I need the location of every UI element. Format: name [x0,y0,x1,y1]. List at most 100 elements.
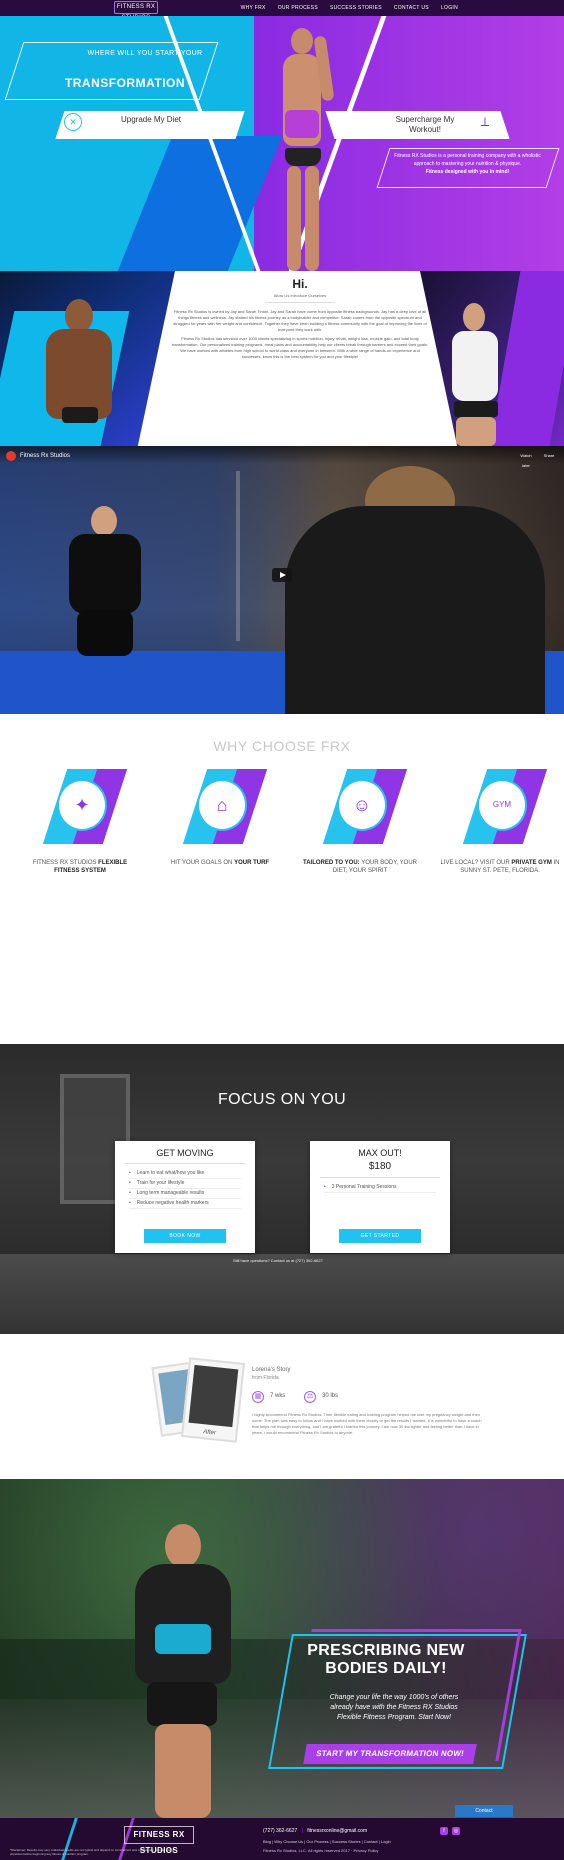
why-item-text: LIVE LOCAL? VISIT OUR PRIVATE GYM IN SUN… [440,860,560,874]
why-item-your-turf: ⌂ HIT YOUR GOALS ON YOUR TURF [160,769,280,919]
about-text-block: Hi. Allow Us Introduce Ourselves Fitness… [170,271,430,446]
model-leg [287,166,301,271]
after-label: After [202,1429,217,1437]
footer-copyright: Fitness Rx Studios, LLC. All rights rese… [263,1848,379,1853]
footer-contact: (727) 362-6627 | fitnessrxonline@gmail.c… [263,1827,463,1835]
runner-image [95,1524,265,1818]
about-title: Hi. [292,277,308,291]
facebook-icon[interactable]: f [440,1827,448,1835]
contact-separator: | [301,1828,303,1834]
runner-shorts [147,1682,217,1726]
story-stats: ▦ 7 wks ⚖ 30 lbs [252,1391,452,1405]
card-title: GET MOVING [156,1148,214,1158]
nav-link-our-process[interactable]: OUR PROCESS [278,5,318,11]
about-section: Hi. Allow Us Introduce Ourselves Fitness… [0,271,564,446]
video-trainee [55,506,155,656]
story-stat-weeks: ▦ 7 wks [252,1391,312,1405]
icon-glyph: ✦ [74,795,90,815]
woman-top [452,331,498,401]
why-item-text: TAILORED TO YOU: YOUR BODY, YOUR DIET, Y… [302,860,418,874]
success-story-section: After Lorena's Story from Florida ▦ 7 wk… [0,1334,564,1479]
card-feature: Long term manageable results [129,1189,241,1199]
story-stat-weight: ⚖ 30 lbs [304,1391,364,1405]
top-navigation: FITNESS RX STUDIOS WHY FRX OUR PROCESS S… [0,0,564,21]
trainee-legs [77,610,133,656]
why-choose-section: WHY CHOOSE FRX ✦ FITNESS RX STUDIOS FLEX… [0,714,564,1044]
play-button[interactable] [272,568,292,582]
model-head [291,28,313,54]
instagram-icon[interactable]: ◎ [452,1827,460,1835]
site-logo[interactable]: FITNESS RX STUDIOS [114,1,158,21]
book-now-button[interactable]: BOOK NOW [144,1229,226,1243]
footer-links[interactable]: Blog | Why Choose Us | Our Process | Suc… [263,1839,423,1845]
card-feature: 3 Personal Training Sessions [324,1183,436,1193]
story-text: I highly recommend Fitness Rx Studios. T… [252,1412,482,1435]
hero-title: TRANSFORMATION [64,76,186,90]
focus-section: FOCUS ON YOU GET MOVING Learn to eat wha… [0,1044,564,1334]
runner-legs [155,1724,211,1818]
nav-link-success-stories[interactable]: SUCCESS STORIES [330,5,382,11]
contact-widget-button[interactable]: Contact [455,1805,513,1817]
video-top-bar [0,446,564,464]
icon-gym-label: GYM [492,800,512,809]
card-divider [320,1177,440,1178]
watch-later-button[interactable]: Watch later [517,451,535,471]
story-location: from Florida [252,1375,279,1381]
model-shorts [285,148,321,166]
nav-link-contact-us[interactable]: CONTACT US [394,5,429,11]
icon-glyph: ⌂ [216,795,228,815]
nav-link-login[interactable]: LOGIN [441,5,458,11]
channel-avatar[interactable] [6,451,16,461]
about-paragraph: Fitness Rx Studios is owned by Jay and S… [173,309,427,332]
card-feature: Learn to eat what/how you like [129,1169,241,1179]
footer-disclaimer: *Disclaimer: Results may vary. Individua… [10,1848,174,1856]
footer-logo[interactable]: FITNESS RX STUDIOS [124,1826,194,1855]
bodybuilder-shorts [62,407,98,423]
person-back [285,506,545,714]
runner-head [165,1524,201,1568]
cta-body: Change your life the way 1000's of other… [329,1694,459,1721]
why-item-tailored: ☺ TAILORED TO YOU: YOUR BODY, YOUR DIET,… [300,769,420,919]
video-title[interactable]: Fitness Rx Studios [20,451,70,461]
pricing-card-max-out: MAX OUT! $180 3 Personal Training Sessio… [310,1141,450,1253]
hero-section: WHERE WILL YOU START YOUR TRANSFORMATION… [0,16,564,271]
start-transformation-button[interactable]: START MY TRANSFORMATION NOW! [303,1744,477,1764]
nav-links: WHY FRX OUR PROCESS SUCCESS STORIES CONT… [241,0,458,16]
card-title: MAX OUT! [358,1148,402,1158]
tailored-icon: ☺ [322,769,408,844]
woman-head [463,303,485,331]
share-button[interactable]: Share [540,451,558,461]
focus-contact-note: Still have questions? Contact us at (727… [233,1258,323,1263]
pricing-card-get-moving: GET MOVING Learn to eat what/how you lik… [115,1141,255,1253]
hero-intro: Fitness RX Studios is a personal trainin… [385,152,550,176]
footer: FITNESS RX STUDIOS *Disclaimer: Results … [0,1818,564,1860]
treadmill-icon: ⟂ [480,114,490,129]
after-photo: After [180,1357,246,1443]
card-feature: Train for your lifestyle [129,1179,241,1189]
after-photo-image [188,1364,239,1428]
flexible-fitness-icon: ✦ [42,769,128,844]
woman-legs [456,417,496,446]
upgrade-diet-label[interactable]: Upgrade My Diet [106,115,196,125]
icon-glyph: ☺ [352,795,372,815]
cta-trees [0,1479,564,1639]
why-item-private-gym: GYM LIVE LOCAL? VISIT OUR PRIVATE GYM IN… [440,769,560,919]
nav-link-why-frx[interactable]: WHY FRX [241,5,266,11]
footer-email[interactable]: fitnessrxonline@gmail.com [307,1828,367,1834]
card-price: $180 [368,1161,392,1172]
get-started-button[interactable]: GET STARTED [339,1229,421,1243]
video-embed[interactable]: Fitness Rx Studios Watch later Share [0,446,564,714]
woman-shorts [454,401,498,417]
runner-shirt-stripe [155,1624,211,1654]
weeks-value: 7 wks [270,1393,286,1399]
gym-floor [0,1254,564,1334]
footer-phone[interactable]: (727) 362-6627 [263,1828,297,1834]
hero-kicker: WHERE WILL YOU START YOUR [87,50,203,57]
video-foreground-person [285,466,545,714]
hero-model-image [258,16,348,271]
about-subtitle: Allow Us Introduce Ourselves [273,293,327,298]
card-feature: Reduce negative health markers [129,1199,241,1209]
supercharge-workout-label[interactable]: Supercharge My Workout! [390,115,460,135]
why-item-text: HIT YOUR GOALS ON YOUR TURF [170,860,270,866]
about-paragraph: Fitness Rx Studios has serviced over 100… [171,336,429,359]
